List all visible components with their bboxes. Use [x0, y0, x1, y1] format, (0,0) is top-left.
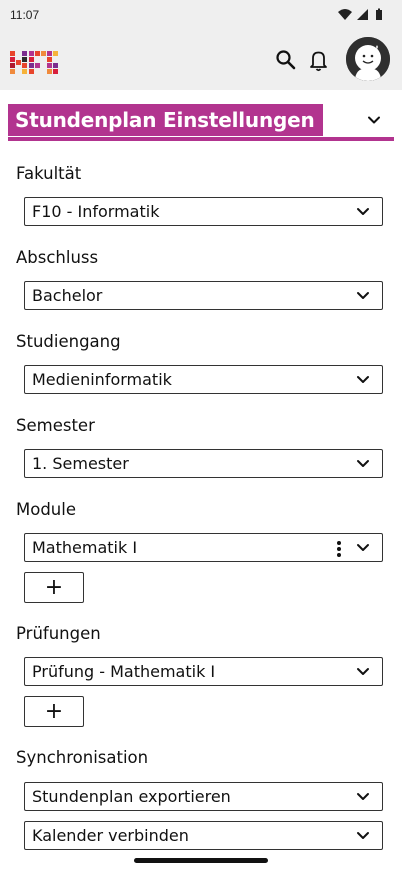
semester-select[interactable]: 1. Semester	[24, 449, 383, 478]
calendar-select[interactable]: Kalender verbinden	[24, 821, 383, 850]
calendar-value: Kalender verbinden	[32, 826, 189, 845]
studiengang-label: Studiengang	[16, 332, 121, 351]
synchronisation-label: Synchronisation	[16, 748, 149, 767]
studiengang-select[interactable]: Medieninformatik	[24, 365, 383, 394]
section-underline	[8, 137, 394, 141]
wifi-icon	[338, 9, 352, 20]
fakultaet-label: Fakultät	[16, 164, 82, 183]
bell-icon[interactable]	[305, 46, 333, 74]
signal-icon	[357, 9, 368, 20]
studiengang-value: Medieninformatik	[32, 370, 172, 389]
chevron-down-icon	[357, 793, 369, 800]
battery-icon	[376, 8, 382, 20]
pruefungen-select[interactable]: Prüfung - Mathematik I	[24, 657, 383, 686]
avatar[interactable]	[346, 37, 390, 81]
section-title: Stundenplan Einstellungen	[15, 108, 315, 132]
chevron-down-icon	[357, 460, 369, 467]
module-value: Mathematik I	[32, 538, 138, 557]
abschluss-value: Bachelor	[32, 286, 103, 305]
chevron-down-icon	[357, 544, 369, 551]
collapse-chevron-icon[interactable]	[364, 110, 384, 130]
pruefungen-value: Prüfung - Mathematik I	[32, 662, 216, 681]
chevron-down-icon	[357, 292, 369, 299]
chevron-down-icon	[357, 832, 369, 839]
semester-value: 1. Semester	[32, 454, 129, 473]
fakultaet-select[interactable]: F10 - Informatik	[24, 197, 383, 226]
export-value: Stundenplan exportieren	[32, 787, 231, 806]
chevron-down-icon	[357, 208, 369, 215]
hfs-logo[interactable]	[10, 47, 58, 75]
more-vert-icon[interactable]	[336, 540, 342, 558]
module-select[interactable]: Mathematik I	[24, 533, 383, 562]
export-select[interactable]: Stundenplan exportieren	[24, 782, 383, 811]
status-bar: 11:07	[0, 0, 402, 32]
pruefungen-label: Prüfungen	[16, 624, 101, 643]
chevron-down-icon	[357, 376, 369, 383]
chevron-down-icon	[357, 668, 369, 675]
plus-icon: +	[44, 699, 64, 724]
plus-icon: +	[44, 575, 64, 600]
fakultaet-value: F10 - Informatik	[32, 202, 160, 221]
section-header: Stundenplan Einstellungen	[8, 104, 394, 142]
home-indicator[interactable]	[134, 858, 268, 863]
add-pruefung-button[interactable]: +	[24, 696, 84, 727]
module-label: Module	[16, 500, 76, 519]
abschluss-label: Abschluss	[16, 248, 99, 267]
status-icons	[338, 8, 388, 22]
section-title-box: Stundenplan Einstellungen	[8, 104, 323, 136]
add-module-button[interactable]: +	[24, 572, 84, 603]
app-header	[0, 32, 402, 90]
semester-label: Semester	[16, 416, 95, 435]
search-icon[interactable]	[272, 46, 300, 74]
abschluss-select[interactable]: Bachelor	[24, 281, 383, 310]
status-time: 11:07	[10, 8, 40, 22]
